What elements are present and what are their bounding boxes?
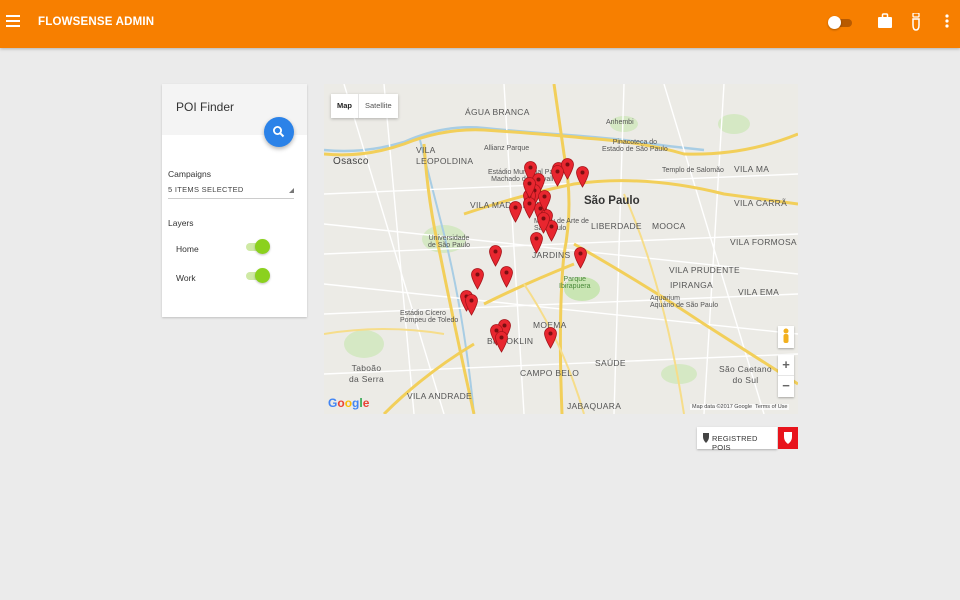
hand-icon[interactable] bbox=[911, 12, 921, 36]
layer-work-label: Work bbox=[176, 273, 196, 283]
map-label-taboao: Taboão da Serra bbox=[349, 363, 385, 384]
map-label-saude: SAÚDE bbox=[595, 358, 626, 368]
map-label-vila-prudente: VILA PRUDENTE bbox=[669, 265, 740, 275]
map-label-liberdade: LIBERDADE bbox=[591, 221, 642, 231]
map-label-sao-caetano: São Caetano do Sul bbox=[719, 364, 772, 385]
header-toggle-switch[interactable] bbox=[828, 16, 852, 30]
poi-finder-title: POI Finder bbox=[176, 100, 235, 114]
pin-icon bbox=[784, 432, 792, 444]
poi-marker[interactable] bbox=[509, 201, 522, 223]
poi-marker[interactable] bbox=[574, 247, 587, 269]
poi-marker[interactable] bbox=[537, 212, 550, 234]
layer-work-toggle[interactable] bbox=[244, 267, 270, 285]
campaigns-label: Campaigns bbox=[168, 169, 211, 179]
zoom-control: + − bbox=[778, 355, 794, 397]
top-app-bar: FLOWSENSE ADMIN bbox=[0, 0, 960, 48]
more-vert-icon[interactable] bbox=[945, 13, 949, 34]
map-label-morumbi: Estádio Cícero Pompeu de Toledo bbox=[400, 310, 459, 324]
map-label-pinacoteca: Pinacoteca do Estado de São Paulo bbox=[602, 139, 668, 153]
map-label-ipiranga: IPIRANGA bbox=[670, 280, 714, 290]
registered-pois-toggle[interactable] bbox=[778, 427, 798, 449]
map-label-sao-paulo: São Paulo bbox=[584, 195, 640, 207]
search-button[interactable] bbox=[264, 117, 294, 147]
map-attribution: Map data ©2017 Google Terms of Use bbox=[690, 404, 790, 410]
map-label-usp: Universidade de São Paulo bbox=[428, 235, 471, 249]
map-label-vila-ema: VILA EMA bbox=[738, 287, 780, 297]
zoom-out-button[interactable]: − bbox=[778, 376, 794, 396]
google-logo[interactable]: Google bbox=[328, 396, 369, 410]
poi-marker[interactable] bbox=[523, 177, 536, 199]
map-type-control: Map Satellite bbox=[331, 94, 398, 118]
map-label-mooca: MOOCA bbox=[652, 221, 686, 231]
poi-marker[interactable] bbox=[495, 331, 508, 353]
map-type-map-button[interactable]: Map bbox=[331, 94, 358, 118]
map-label-ibirapuera: Parque Ibirapuera bbox=[559, 276, 591, 290]
map-label-templo: Templo de Salomão bbox=[662, 167, 724, 174]
poi-marker[interactable] bbox=[500, 266, 513, 288]
zoom-in-button[interactable]: + bbox=[778, 355, 794, 376]
map-type-satellite-button[interactable]: Satellite bbox=[358, 94, 398, 118]
campaigns-select-value: 5 ITEMS SELECTED bbox=[168, 185, 244, 194]
layer-home-label: Home bbox=[176, 244, 199, 254]
layer-home-toggle[interactable] bbox=[244, 238, 270, 256]
registered-pois-label: REGISTRED POIS bbox=[712, 434, 758, 452]
map-label-jabaquara: JABAQUARA bbox=[567, 401, 622, 411]
briefcase-icon[interactable] bbox=[878, 13, 892, 34]
map-label-campo-belo: CAMPO BELO bbox=[520, 368, 580, 378]
map-label-aquarium: Aquarium Aquário de São Paulo bbox=[650, 295, 719, 309]
map-label-allianz: Allianz Parque bbox=[484, 145, 530, 152]
street-view-pegman-icon[interactable] bbox=[778, 326, 794, 348]
poi-marker[interactable] bbox=[538, 190, 551, 212]
map-label-vila-maria: VILA MA bbox=[734, 164, 770, 174]
menu-icon[interactable] bbox=[6, 15, 20, 27]
map-label-vila-carrao: VILA CARRÃ bbox=[734, 198, 788, 208]
poi-marker[interactable] bbox=[471, 268, 484, 290]
poi-marker[interactable] bbox=[544, 327, 557, 349]
poi-map[interactable]: Map Satellite ÁGUA BRANCA Anhembi Osasco… bbox=[324, 84, 798, 414]
layers-label: Layers bbox=[168, 218, 194, 228]
poi-finder-card: POI Finder Campaigns 5 ITEMS SELECTED La… bbox=[162, 84, 307, 317]
poi-marker[interactable] bbox=[576, 166, 589, 188]
poi-marker[interactable] bbox=[465, 294, 478, 316]
pin-icon bbox=[703, 433, 709, 443]
campaigns-select[interactable]: 5 ITEMS SELECTED bbox=[168, 184, 294, 199]
poi-marker[interactable] bbox=[523, 197, 536, 219]
map-label-agua-branca: ÁGUA BRANCA bbox=[465, 107, 530, 117]
map-label-vila-leopoldina: VILA LEOPOLDINA bbox=[416, 145, 474, 166]
dropdown-caret-icon bbox=[289, 188, 294, 193]
poi-marker[interactable] bbox=[489, 245, 502, 267]
map-label-vila-andrade: VILA ANDRADE bbox=[407, 391, 473, 401]
app-title: FLOWSENSE ADMIN bbox=[38, 16, 155, 28]
terms-of-use-link[interactable]: Terms of Use bbox=[755, 404, 787, 410]
map-label-osasco: Osasco bbox=[333, 156, 369, 167]
poi-marker[interactable] bbox=[551, 165, 564, 187]
map-label-vila-formosa: VILA FORMOSA bbox=[730, 237, 797, 247]
map-data-text: Map data ©2017 Google bbox=[692, 404, 753, 410]
registered-pois-button[interactable]: REGISTRED POIS bbox=[697, 427, 777, 452]
poi-marker[interactable] bbox=[530, 232, 543, 254]
search-icon bbox=[273, 126, 285, 138]
map-label-anhembi: Anhembi bbox=[606, 119, 634, 126]
